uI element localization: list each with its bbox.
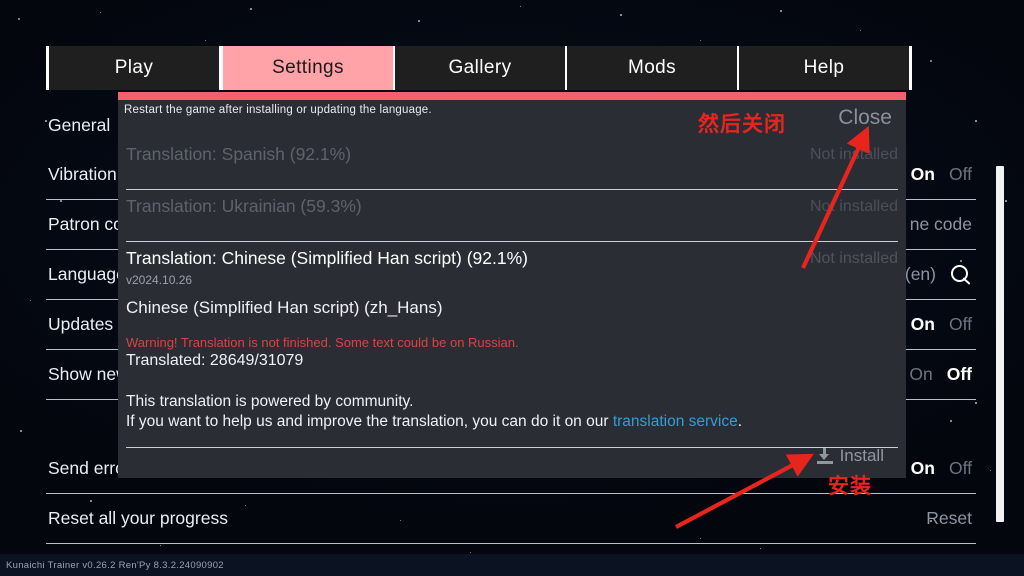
star — [860, 30, 862, 32]
tab-play-label: Play — [114, 57, 154, 78]
send-error-off-option[interactable]: Off — [949, 458, 972, 479]
updates-on-option[interactable]: On — [911, 314, 935, 335]
star — [250, 8, 252, 10]
chinese-details: Translation: Chinese (Simplified Han scr… — [126, 248, 752, 432]
tab-help[interactable]: Help — [739, 46, 912, 90]
search-icon[interactable] — [950, 264, 972, 286]
page-scrollbar[interactable] — [996, 166, 1004, 522]
main-tab-bar: Play Settings Gallery Mods Help — [46, 46, 912, 90]
language-row-ukrainian-status: Not installed — [809, 198, 898, 215]
star — [990, 470, 992, 472]
star — [20, 430, 22, 432]
language-row-chinese[interactable]: Translation: Chinese (Simplified Han scr… — [126, 248, 898, 448]
settings-row-reset-progress[interactable]: Reset all your progress Reset — [46, 494, 976, 544]
star — [160, 545, 162, 547]
language-install-dialog: Restart the game after installing or upd… — [118, 92, 906, 478]
settings-row-updates-label: Updates — [48, 314, 114, 334]
annotation-then-close: 然后关闭 — [698, 112, 786, 136]
updates-off-option[interactable]: Off — [949, 314, 972, 335]
community-note-line2-pre: If you want to help us and improve the t… — [126, 413, 613, 430]
translated-count: Translated: 28649/31079 — [126, 352, 304, 369]
dialog-top-accent-bar — [118, 92, 906, 100]
show-new-off-option[interactable]: Off — [947, 364, 972, 385]
dialog-restart-hint: Restart the game after installing or upd… — [124, 104, 432, 116]
version-status-bar: Kunaichi Trainer v0.26.2 Ren'Py 8.3.2.24… — [0, 554, 1024, 576]
install-button[interactable]: Install — [816, 446, 884, 466]
star — [205, 40, 207, 42]
star — [780, 10, 782, 12]
star — [1005, 200, 1007, 202]
star — [18, 18, 20, 20]
star — [418, 20, 420, 22]
language-row-spanish-name: Translation: Spanish (92.1%) — [126, 144, 352, 164]
translation-warning: Warning! Translation is not finished. So… — [126, 335, 519, 350]
show-new-on-option[interactable]: On — [909, 364, 932, 385]
install-button-label: Install — [839, 446, 884, 465]
settings-row-show-new-label: Show new — [48, 364, 129, 384]
tab-settings-label: Settings — [272, 57, 344, 78]
language-full-name: Chinese (Simplified Han script) (zh_Hans… — [126, 298, 443, 317]
language-row-ukrainian[interactable]: Translation: Ukrainian (59.3%) Not insta… — [126, 196, 898, 242]
community-note-line2-post: . — [737, 413, 743, 430]
settings-row-general-label: General — [48, 114, 111, 135]
star — [100, 12, 102, 14]
close-button[interactable]: Close — [838, 106, 892, 130]
vibration-on-option[interactable]: On — [911, 164, 935, 185]
language-row-chinese-name: Translation: Chinese (Simplified Han scr… — [126, 248, 529, 268]
star — [520, 6, 522, 8]
send-error-on-option[interactable]: On — [911, 458, 935, 479]
annotation-install: 安装 — [828, 474, 872, 498]
star — [760, 548, 762, 550]
patron-code-value[interactable]: ne code — [910, 214, 972, 235]
language-row-chinese-status: Not installed — [809, 250, 898, 267]
version-text: Kunaichi Trainer v0.26.2 Ren'Py 8.3.2.24… — [6, 559, 224, 571]
language-row-ukrainian-name: Translation: Ukrainian (59.3%) — [126, 196, 362, 216]
language-version: v2024.10.26 — [126, 273, 193, 287]
star — [700, 40, 702, 42]
settings-row-vibration-label: Vibration — [48, 164, 117, 184]
settings-row-reset-progress-label: Reset all your progress — [48, 508, 228, 528]
community-note-line1: This translation is powered by community… — [126, 393, 414, 410]
settings-row-language-label: Language — [48, 264, 126, 284]
tab-gallery-label: Gallery — [448, 57, 512, 78]
tab-gallery[interactable]: Gallery — [395, 46, 567, 90]
star — [30, 300, 32, 302]
download-icon — [816, 448, 833, 464]
reset-button[interactable]: Reset — [926, 508, 972, 529]
star — [930, 60, 932, 62]
tab-mods-label: Mods — [627, 57, 677, 78]
language-value: (en) — [904, 264, 936, 284]
translation-service-link[interactable]: translation service — [613, 413, 738, 430]
star — [620, 14, 622, 16]
tab-settings[interactable]: Settings — [221, 46, 395, 90]
tab-mods[interactable]: Mods — [567, 46, 739, 90]
tab-play[interactable]: Play — [49, 46, 221, 90]
tab-help-label: Help — [803, 57, 845, 78]
language-row-spanish-status: Not installed — [809, 146, 898, 163]
language-row-spanish[interactable]: Translation: Spanish (92.1%) Not install… — [126, 144, 898, 190]
vibration-off-option[interactable]: Off — [949, 164, 972, 185]
community-note: This translation is powered by community… — [126, 392, 742, 432]
